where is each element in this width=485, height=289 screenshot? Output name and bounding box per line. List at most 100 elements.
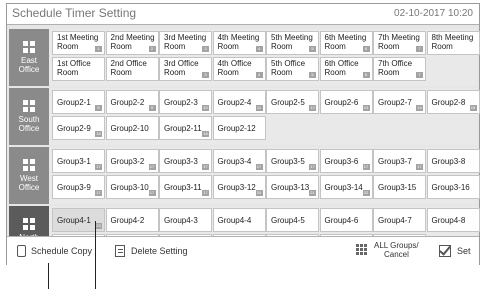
schedule-badge: 17 bbox=[95, 164, 102, 170]
schedule-badge: 17 bbox=[362, 164, 370, 170]
schedule-badge: 17 bbox=[95, 190, 102, 196]
group-button[interactable]: Group3-4 17 bbox=[212, 149, 266, 173]
group-button[interactable]: 1st Office Room bbox=[52, 57, 105, 81]
group-button-label: 4th Office bbox=[217, 59, 252, 68]
group-grid-icon bbox=[23, 100, 35, 112]
section-south-office: South Office Group2-1 8 Group2-2 9 Group2-3 10 G… bbox=[9, 88, 480, 145]
copy-icon bbox=[17, 245, 26, 257]
group-button[interactable]: Group2-8 15 bbox=[426, 90, 480, 114]
group-button[interactable]: Group3-8 bbox=[426, 149, 480, 173]
group-button-label: 7th Meeting bbox=[378, 33, 420, 42]
group-button[interactable]: 5th Meeting Room 5 bbox=[266, 31, 319, 55]
schedule-badge: 7 bbox=[416, 46, 423, 52]
group-button[interactable]: Group2-6 13 bbox=[319, 90, 373, 114]
group-button[interactable]: 8th Meeting Room bbox=[426, 31, 480, 55]
group-button[interactable]: 7th Meeting Room 7 bbox=[373, 31, 426, 55]
section-select-button[interactable]: South Office bbox=[9, 88, 49, 145]
group-button[interactable]: Group2-2 9 bbox=[105, 90, 159, 114]
schedule-badge: 5 bbox=[309, 46, 316, 52]
group-button-label: Group3-15 bbox=[378, 183, 417, 192]
pointer-line-right bbox=[95, 221, 96, 289]
group-button[interactable]: Group4-4 bbox=[212, 208, 266, 232]
group-button[interactable]: 4th Office Room 4 bbox=[212, 57, 266, 81]
all-groups-cancel-button[interactable]: ALL Groups/ Cancel bbox=[352, 240, 432, 264]
group-button[interactable]: Group2-1 8 bbox=[52, 90, 105, 114]
group-button[interactable]: 6th Office Room 6 bbox=[319, 57, 373, 81]
section-select-button[interactable]: West Office bbox=[9, 147, 49, 204]
group-button[interactable]: Group3-9 17 bbox=[52, 175, 105, 199]
schedule-badge: 17 bbox=[202, 190, 209, 196]
group-button[interactable]: Group3-15 bbox=[373, 175, 426, 199]
group-button[interactable]: 4th Meeting Room 4 bbox=[212, 31, 266, 55]
group-button[interactable]: Group3-10 17 bbox=[105, 175, 159, 199]
group-button[interactable]: 1st Meeting Room 1 bbox=[52, 31, 105, 55]
group-button[interactable]: 5th Office Room 5 bbox=[266, 57, 319, 81]
group-button-label: 7th Office bbox=[378, 59, 413, 68]
group-button[interactable]: Group3-1 17 bbox=[52, 149, 105, 173]
group-button[interactable]: Group2-10 bbox=[105, 116, 159, 140]
schedule-badge: 6 bbox=[362, 72, 370, 78]
section-select-button[interactable]: East Office bbox=[9, 29, 49, 86]
group-button[interactable]: Group2-9 16 bbox=[52, 116, 105, 140]
group-button[interactable]: Group4-8 bbox=[426, 208, 480, 232]
delete-setting-label: Delete Setting bbox=[131, 246, 188, 256]
group-button[interactable]: Group2-3 10 bbox=[159, 90, 212, 114]
schedule-badge: 15 bbox=[469, 105, 477, 111]
schedule-badge: 1 bbox=[95, 46, 102, 52]
schedule-badge: 4 bbox=[255, 46, 263, 52]
group-button[interactable]: Group2-5 12 bbox=[266, 90, 319, 114]
group-button[interactable]: Group3-5 17 bbox=[266, 149, 319, 173]
schedule-badge: 5 bbox=[309, 72, 316, 78]
group-button[interactable]: 7th Office Room 7 bbox=[373, 57, 426, 81]
group-button[interactable]: 6th Meeting Room 6 bbox=[319, 31, 373, 55]
group-button-label: Group2-10 bbox=[110, 124, 149, 133]
group-button-label: 4th Meeting bbox=[217, 33, 260, 42]
delete-setting-button[interactable]: Delete Setting bbox=[111, 241, 201, 261]
group-button-label: 1st Meeting bbox=[57, 33, 99, 42]
group-button[interactable]: Group2-7 14 bbox=[373, 90, 426, 114]
group-button[interactable]: 3rd Office Room 3 bbox=[159, 57, 212, 81]
group-button[interactable]: Group4-6 bbox=[319, 208, 373, 232]
set-button[interactable]: Set bbox=[437, 241, 475, 261]
group-button[interactable]: Group4-5 bbox=[266, 208, 319, 232]
group-button[interactable]: Group3-11 17 bbox=[159, 175, 212, 199]
pointer-line-left bbox=[48, 263, 49, 289]
group-button[interactable]: Group4-1 23 bbox=[52, 208, 105, 232]
group-button[interactable]: Group3-12 20 bbox=[212, 175, 266, 199]
group-button[interactable]: Group3-13 21 bbox=[266, 175, 319, 199]
bottom-toolbar: Schedule Copy Delete Setting ALL Groups/… bbox=[7, 236, 479, 265]
group-button-label: 6th Office bbox=[324, 59, 359, 68]
group-button[interactable]: Group3-3 17 bbox=[159, 149, 212, 173]
schedule-badge: 14 bbox=[416, 105, 423, 111]
group-button[interactable]: Group4-3 bbox=[159, 208, 212, 232]
group-button[interactable]: Group3-2 17 bbox=[105, 149, 159, 173]
schedule-badge: 17 bbox=[148, 164, 156, 170]
group-button-label: Group4-4 bbox=[217, 216, 252, 225]
schedule-copy-button[interactable]: Schedule Copy bbox=[13, 241, 101, 261]
checkbox-icon bbox=[439, 245, 451, 257]
title-bar: Schedule Timer Setting 02-10-2017 10:20 bbox=[7, 4, 479, 25]
group-grid-icon bbox=[23, 218, 35, 230]
group-button[interactable]: Group2-12 bbox=[212, 116, 266, 140]
group-button-label: 8th Meeting bbox=[431, 33, 474, 42]
group-button[interactable]: 2nd Office Room bbox=[105, 57, 159, 81]
group-button-label: 2nd Office bbox=[110, 59, 147, 68]
group-button[interactable]: Group2-11 18 bbox=[159, 116, 212, 140]
group-button-label: Group4-3 bbox=[164, 216, 198, 225]
group-button-label: Group4-2 bbox=[110, 216, 145, 225]
schedule-badge: 7 bbox=[416, 72, 423, 78]
schedule-badge: 3 bbox=[202, 72, 209, 78]
group-button-label: 6th Meeting bbox=[324, 33, 367, 42]
section-west-office: West Office Group3-1 17 Group3-2 17 Group3-3 17… bbox=[9, 147, 480, 204]
group-button[interactable]: Group3-6 17 bbox=[319, 149, 373, 173]
group-button[interactable]: Group4-2 bbox=[105, 208, 159, 232]
section-label-line: Office bbox=[18, 65, 40, 74]
group-button[interactable]: 2nd Meeting Room 2 bbox=[105, 31, 159, 55]
group-button[interactable]: Group3-16 bbox=[426, 175, 480, 199]
group-button[interactable]: Group3-14 22 bbox=[319, 175, 373, 199]
group-button[interactable]: Group4-7 bbox=[373, 208, 426, 232]
group-button-label: Group3-8 bbox=[431, 157, 466, 166]
group-button[interactable]: Group2-4 11 bbox=[212, 90, 266, 114]
group-button[interactable]: 3rd Meeting Room 3 bbox=[159, 31, 212, 55]
group-button[interactable]: Group3-7 17 bbox=[373, 149, 426, 173]
